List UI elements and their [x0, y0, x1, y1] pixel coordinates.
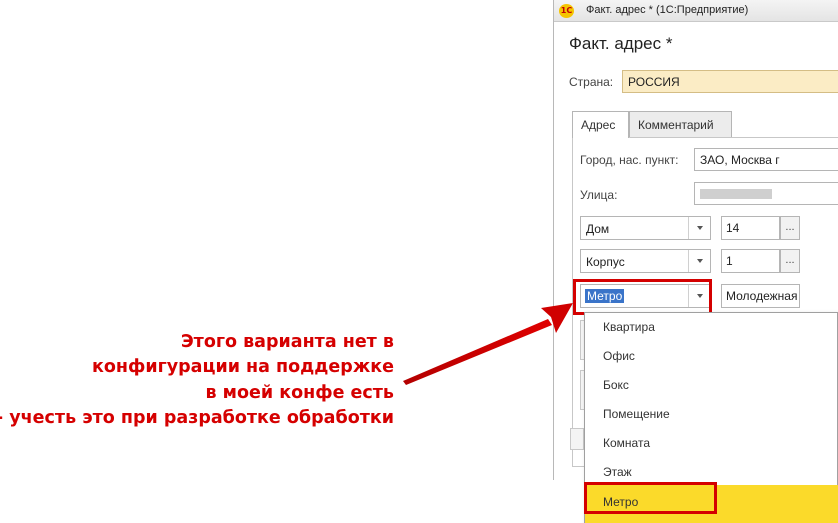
title-bar: 1С Факт. адрес * (1С:Предприятие)	[554, 0, 838, 22]
metro-select-highlight	[573, 279, 712, 315]
building-number-field[interactable]: 14	[721, 216, 780, 240]
block-number-field[interactable]: 1	[721, 249, 780, 273]
country-field[interactable]: РОССИЯ	[622, 70, 838, 93]
window-title: Факт. адрес * (1С:Предприятие)	[586, 4, 749, 16]
form-title: Факт. адрес *	[569, 34, 673, 53]
metro-option-highlight	[584, 482, 717, 514]
block-type-value: Корпус	[586, 255, 625, 269]
street-field[interactable]	[694, 182, 838, 205]
bottom-button[interactable]	[570, 428, 584, 450]
dropdown-option-box[interactable]: Бокс	[585, 371, 838, 400]
tab-comment[interactable]: Комментарий	[629, 111, 732, 138]
annotation-line-3: в моей конфе есть	[205, 383, 394, 403]
app-logo-icon: 1С	[559, 4, 574, 18]
dropdown-option-office[interactable]: Офис	[585, 342, 838, 371]
city-field[interactable]: ЗАО, Москва г	[694, 148, 838, 171]
city-label: Город, нас. пункт:	[580, 153, 679, 167]
annotation-line-2: конфигурации на поддержке	[91, 357, 394, 377]
block-number-select-button[interactable]: ...	[780, 249, 800, 273]
block-type-dropdown-button[interactable]	[688, 250, 710, 272]
metro-station-field[interactable]: Молодежная	[721, 284, 800, 308]
chevron-down-icon	[697, 259, 703, 263]
annotation-line-1: Этого варианта нет в	[180, 332, 394, 352]
chevron-down-icon	[697, 226, 703, 230]
street-value-blurred	[700, 189, 772, 199]
street-label: Улица:	[580, 188, 618, 202]
building-type-select[interactable]: Дом	[580, 216, 711, 240]
block-type-select[interactable]: Корпус	[580, 249, 711, 273]
dropdown-option-premises[interactable]: Помещение	[585, 400, 838, 429]
building-type-dropdown-button[interactable]	[688, 217, 710, 239]
building-type-value: Дом	[586, 222, 610, 236]
dropdown-option-room[interactable]: Комната	[585, 429, 838, 458]
arrow-shaft	[403, 319, 552, 385]
country-label: Страна:	[569, 75, 614, 89]
building-number-select-button[interactable]: ...	[780, 216, 800, 240]
annotation-line-4: - учесть это при разработке обработки	[0, 408, 394, 428]
tab-address[interactable]: Адрес	[572, 111, 629, 138]
dropdown-option-apartment[interactable]: Квартира	[585, 313, 838, 342]
